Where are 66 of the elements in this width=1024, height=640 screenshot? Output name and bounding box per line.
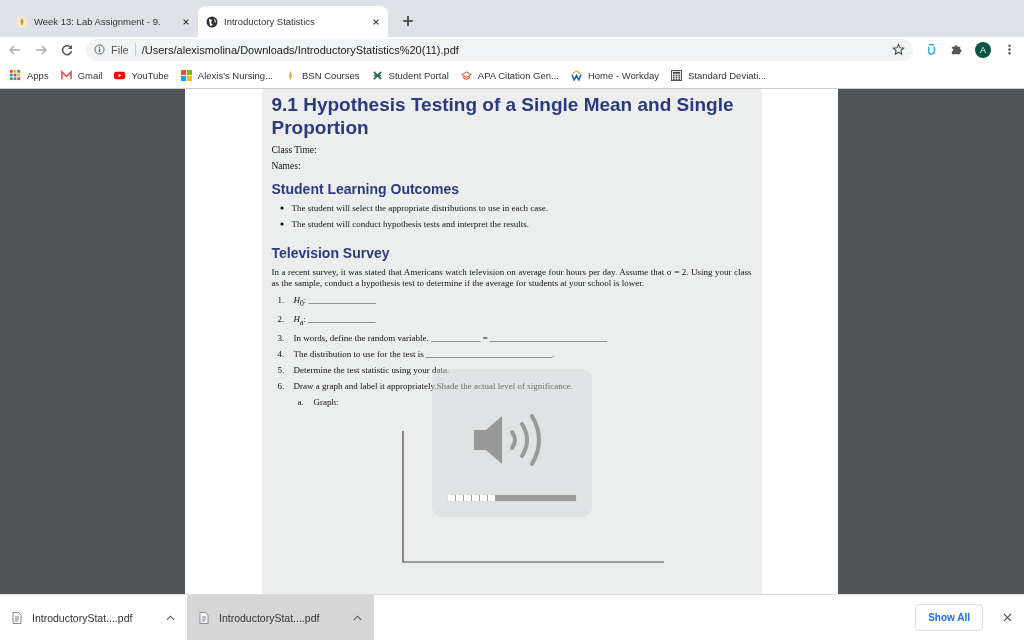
- w-icon: [570, 69, 582, 81]
- url-text: /Users/alexismolina/Downloads/IntroductoryStatistics%20(11).pdf: [141, 43, 460, 56]
- bookmark[interactable]: Student Portal: [371, 69, 449, 81]
- caret-icon[interactable]: [353, 614, 362, 621]
- step-number: 3.: [277, 332, 286, 344]
- close-icon[interactable]: [1003, 613, 1012, 622]
- step-text: The distribution to use for the test is ____________________________.: [293, 348, 555, 360]
- tab-title: Week 13: Lab Assignment - 9.: [34, 16, 162, 27]
- bookmark[interactable]: YouTube: [114, 69, 169, 81]
- step-text: H$_{0}$: _______________: [293, 295, 376, 309]
- bookmark[interactable]: BSN Courses: [285, 69, 360, 81]
- caret-icon[interactable]: [166, 614, 175, 621]
- bookmark[interactable]: APA Citation Gen...: [460, 69, 559, 81]
- cap-icon: [460, 69, 472, 81]
- step-number: 2.: [277, 313, 286, 326]
- close-icon[interactable]: [182, 17, 190, 26]
- play-icon: [114, 69, 126, 81]
- step-text: Draw a graph and label it appropriately.Shade the actual level of significance.: [293, 380, 574, 392]
- outcome-text: The student will select the appropriate distributions to use in each case.: [291, 203, 548, 213]
- download-item[interactable]: IntroductoryStat....pdf: [0, 595, 187, 640]
- step-number: 4.: [277, 348, 286, 360]
- bullet-icon: [279, 222, 284, 226]
- bookmark[interactable]: Apps: [10, 69, 49, 81]
- step-number: 6.: [277, 380, 286, 392]
- puzzle-icon[interactable]: [950, 43, 963, 56]
- info-icon: [94, 44, 105, 55]
- reload-icon[interactable]: [60, 42, 74, 57]
- bullet-icon: [279, 206, 284, 210]
- browser-tab[interactable]: Week 13: Lab Assignment - 9.: [8, 6, 198, 37]
- step-number: 5.: [277, 364, 286, 376]
- section-heading: Student Learning Outcomes: [271, 181, 460, 197]
- bookmark[interactable]: Gmail: [60, 69, 103, 81]
- browser-tab[interactable]: Introductory Statistics: [198, 6, 388, 37]
- form-field-label: Names:: [271, 161, 302, 171]
- tab-title: Introductory Statistics: [224, 16, 316, 27]
- grid-icon: [10, 69, 21, 81]
- address-bar[interactable]: File /Users/alexismolina/Downloads/IntroductoryStatistics%20(11).pdf: [86, 38, 913, 61]
- squares-icon: [180, 69, 192, 81]
- document-title: 9.1 Hypothesis Testing of a Single Mean and Single Proportion: [271, 93, 735, 139]
- section-heading: Television Survey: [271, 245, 391, 261]
- scheme-label: File: [111, 43, 129, 56]
- file-icon: [12, 611, 22, 624]
- step-text: H$_{a}$: _______________: [293, 313, 376, 328]
- step-text: In words, define the random variable. ___________ = __________________________: [293, 332, 608, 344]
- knot-icon: [371, 69, 383, 81]
- calculator-icon: [671, 69, 683, 81]
- survey-paragraph: In a recent survey, it was stated that Americans watch television on average four hours per day. Assume that σ = 2. Using your class as the sample, conduct a hypothesis test to determine if the average for students at your school is lower.: [271, 267, 752, 289]
- bookmark[interactable]: Alexis's Nursing...: [180, 69, 273, 81]
- bookmark[interactable]: Standard Deviati...: [671, 69, 767, 81]
- new-tab-icon[interactable]: [402, 15, 414, 27]
- close-icon[interactable]: [372, 17, 380, 26]
- show-all-button[interactable]: Show All: [915, 604, 983, 631]
- step-text: Determine the test statistic using your data.: [293, 364, 450, 376]
- globe-icon: [206, 15, 218, 28]
- profile-avatar[interactable]: A: [975, 41, 991, 58]
- star-icon[interactable]: [892, 43, 905, 56]
- bookmark[interactable]: Home - Workday: [570, 69, 660, 81]
- step-number: 1.: [277, 295, 286, 307]
- mail-icon: [60, 69, 72, 81]
- file-icon: [199, 611, 209, 624]
- outcome-text: The student will conduct hypothesis tests and interpret the results.: [291, 219, 529, 229]
- step-text: Graph:: [313, 396, 339, 408]
- step-number: a.: [297, 396, 305, 408]
- leaf-icon: [16, 15, 28, 28]
- download-item[interactable]: IntroductoryStat....pdf: [187, 595, 374, 640]
- form-field-label: Class Time:: [271, 145, 318, 155]
